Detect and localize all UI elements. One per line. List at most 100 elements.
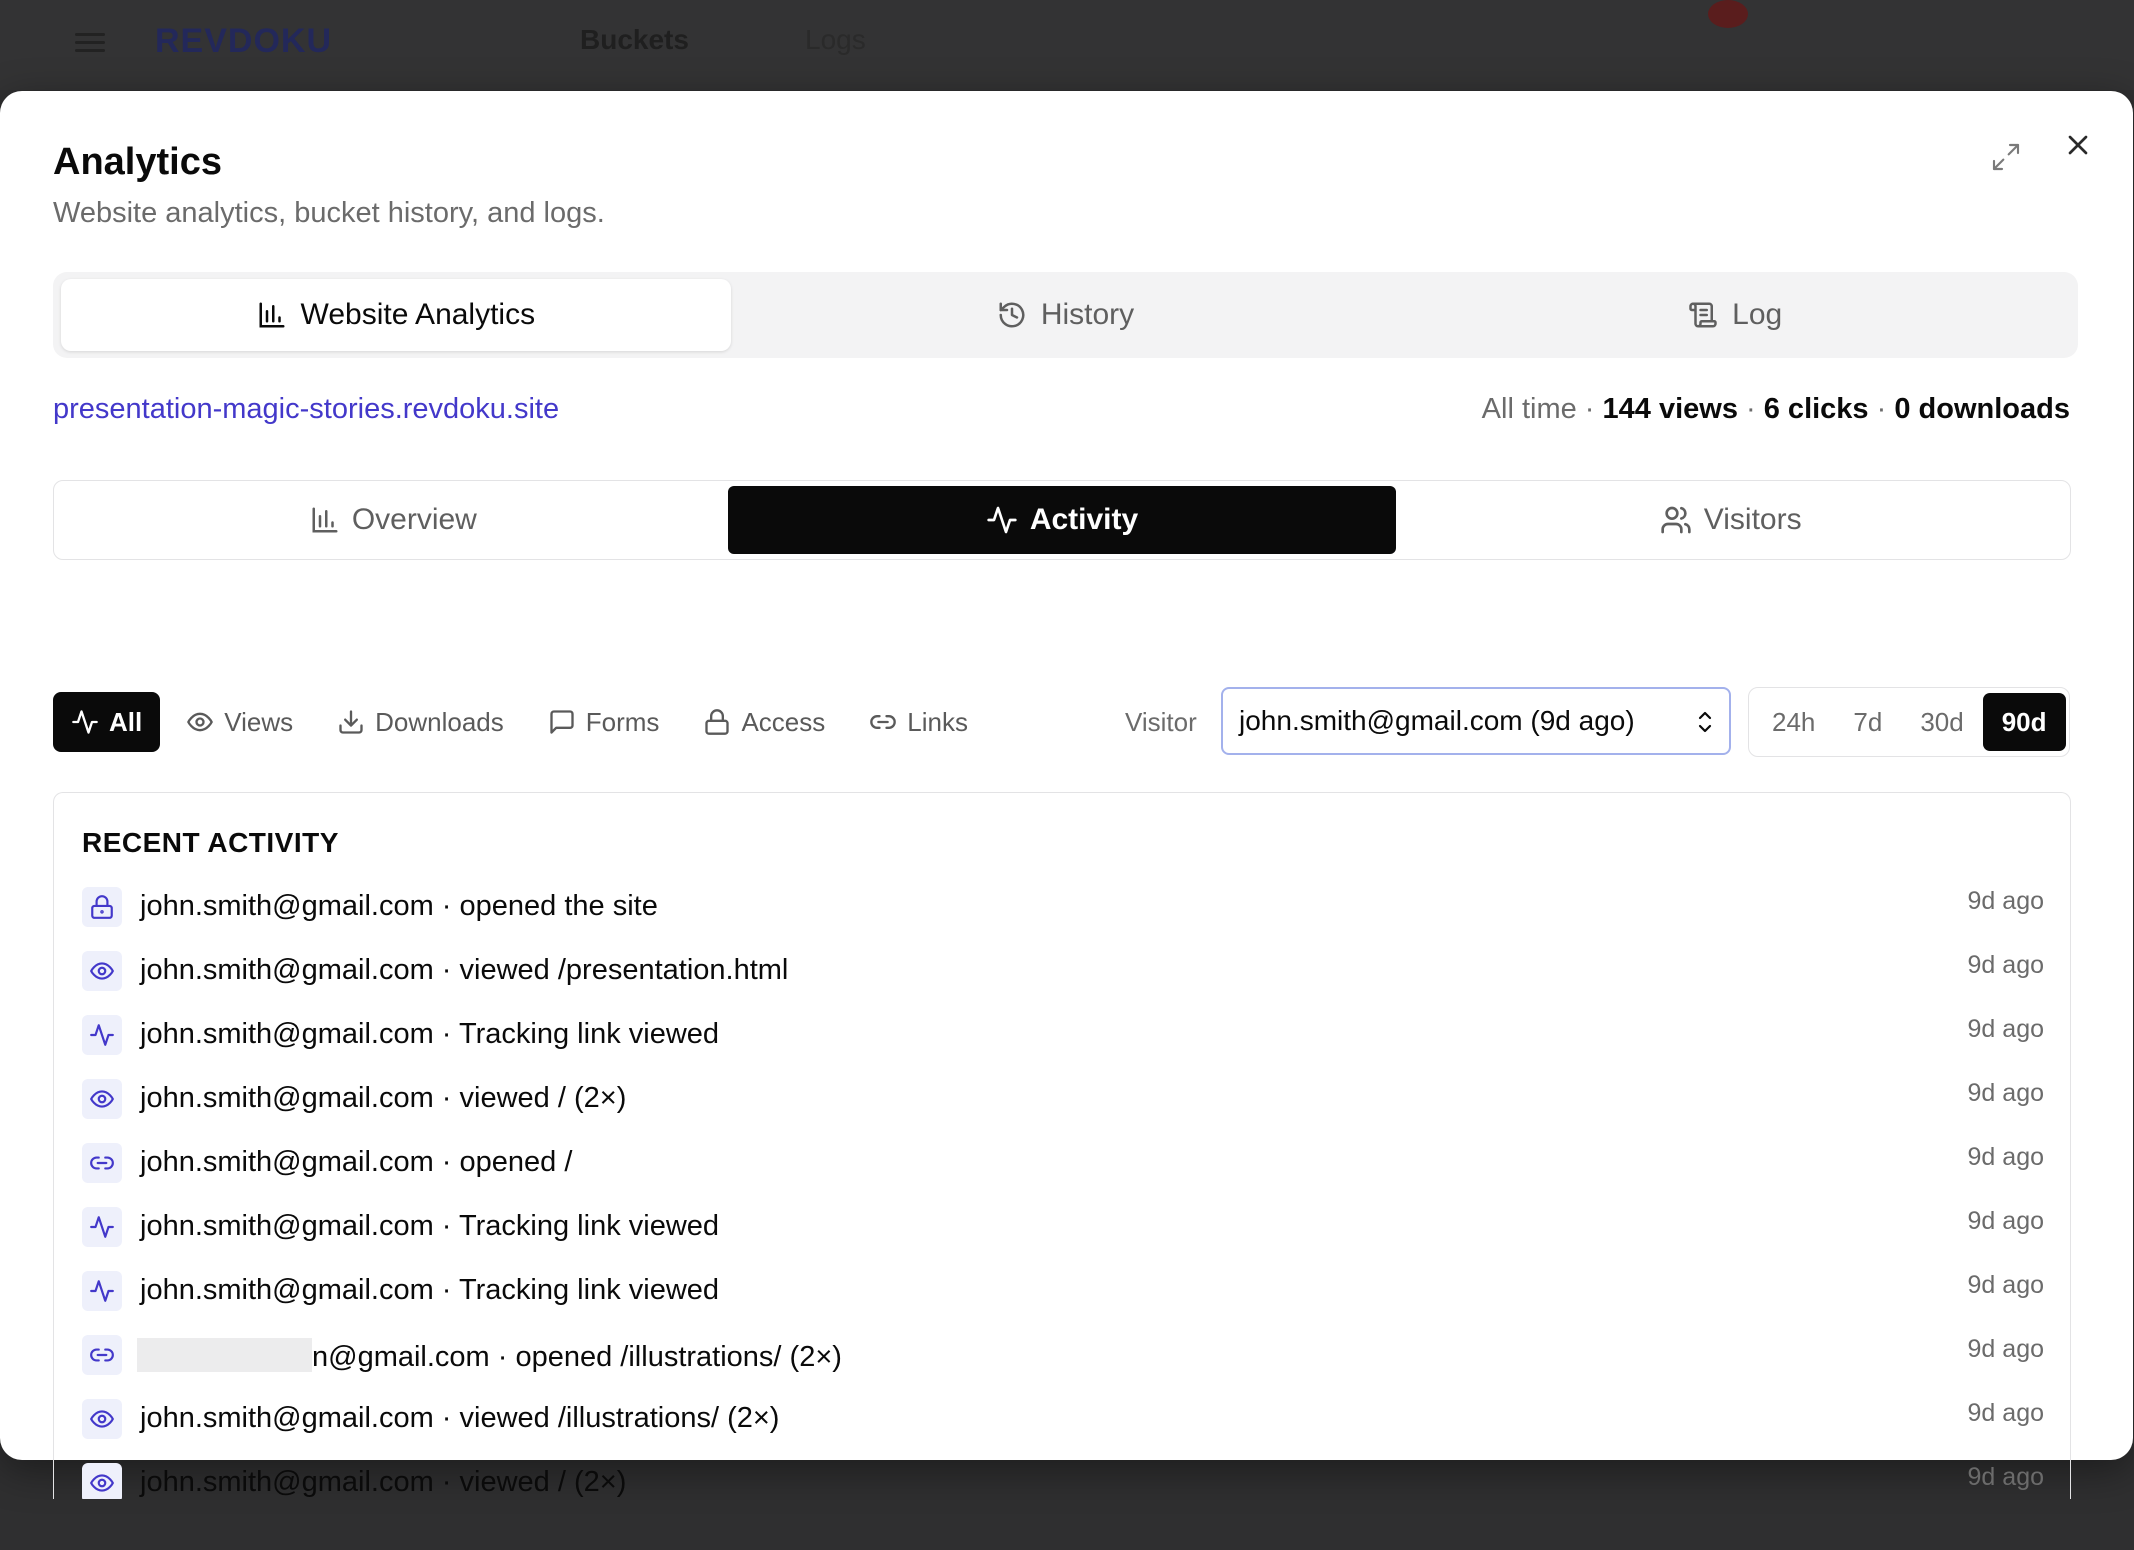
tab-label: Website Analytics xyxy=(300,298,536,331)
filter-label: Forms xyxy=(585,706,660,737)
activity-row: john.smith@gmail.com · Tracking link vie… xyxy=(82,1265,2044,1329)
time-range-selector: 24h 7d 30d 90d xyxy=(1748,687,2070,757)
filter-access[interactable]: Access xyxy=(685,692,843,752)
modal-subtitle: Website analytics, bucket history, and l… xyxy=(53,197,605,229)
activity-time: 9d ago xyxy=(1967,1015,2044,1043)
activity-icon xyxy=(72,710,98,734)
stats-prefix: All time · xyxy=(1481,393,1603,425)
filter-label: All xyxy=(109,706,143,737)
activity-time: 9d ago xyxy=(1967,1207,2044,1235)
main-tabs: Website Analytics History Log xyxy=(53,272,2078,358)
activity-time: 9d ago xyxy=(1967,1271,2044,1299)
activity-row: john.smith@gmail.com · opened / 9d ago xyxy=(82,1137,2044,1201)
activity-text: john.smith@gmail.com · viewed / (2×) xyxy=(140,1466,627,1498)
filter-views[interactable]: Views xyxy=(168,692,311,752)
activity-text: john.smith@gmail.com · viewed / (2×) xyxy=(140,1082,627,1114)
users-icon xyxy=(1661,506,1691,534)
visitor-select[interactable]: john.smith@gmail.com (9d ago) xyxy=(1221,687,1731,755)
activity-text: john.smith@gmail.com · opened / xyxy=(140,1146,573,1178)
recent-activity-title: RECENT ACTIVITY xyxy=(82,827,339,858)
analytics-modal: Analytics Website analytics, bucket hist… xyxy=(0,91,2133,1499)
filter-forms[interactable]: Forms xyxy=(530,692,678,752)
range-90d[interactable]: 90d xyxy=(1982,693,2066,751)
lock-icon xyxy=(91,895,113,919)
activity-icon xyxy=(987,506,1017,534)
menu-icon xyxy=(75,28,105,54)
bar-chart-icon xyxy=(312,507,338,533)
chevron-up-down-icon xyxy=(1698,711,1712,733)
filter-label: Downloads xyxy=(375,706,504,737)
activity-row: john.smith@gmail.com · viewed /presentat… xyxy=(82,945,2044,1009)
activity-text: john.smith@gmail.com · Tracking link vie… xyxy=(140,1018,720,1050)
activity-icon xyxy=(90,1024,114,1046)
lock-icon xyxy=(705,709,730,735)
activity-text: john.smith@gmail.com · opened the site xyxy=(140,890,658,922)
filter-links[interactable]: Links xyxy=(851,692,986,752)
stats-sep: · xyxy=(1868,393,1895,425)
tab-visitors[interactable]: Visitors xyxy=(1396,486,2065,554)
filter-downloads[interactable]: Downloads xyxy=(319,692,522,752)
activity-row: john.smith@gmail.com · Tracking link vie… xyxy=(82,1201,2044,1265)
visitor-selected-value: john.smith@gmail.com (9d ago) xyxy=(1239,705,1635,736)
background-app-bar: REVDOKU Buckets Logs xyxy=(0,0,2134,90)
history-icon xyxy=(999,302,1025,328)
activity-list: john.smith@gmail.com · opened the site 9… xyxy=(82,881,2044,1499)
link-icon xyxy=(90,1348,114,1362)
activity-row: john.smith@gmail.com · opened the site 9… xyxy=(82,881,2044,945)
tab-label: Overview xyxy=(351,503,477,536)
activity-text: john.smith@gmail.com · viewed /illustrat… xyxy=(140,1402,780,1434)
bar-chart-icon xyxy=(259,302,285,328)
site-url-link[interactable]: presentation-magic-stories.revdoku.site xyxy=(53,393,559,426)
notification-badge xyxy=(1708,0,1748,28)
activity-time: 9d ago xyxy=(1967,1143,2044,1171)
tab-label: Visitors xyxy=(1703,503,1802,536)
link-icon xyxy=(870,715,897,729)
eye-icon xyxy=(90,1090,114,1108)
tab-overview[interactable]: Overview xyxy=(59,486,728,554)
activity-time: 9d ago xyxy=(1967,1079,2044,1107)
redacted-block xyxy=(137,1338,312,1372)
tab-label: Log xyxy=(1732,298,1783,331)
tab-history[interactable]: History xyxy=(731,279,1401,351)
activity-text-redacted: n@gmail.com · opened /illustrations/ (2×… xyxy=(137,1338,842,1374)
visitor-label: Visitor xyxy=(1125,707,1197,737)
modal-title: Analytics xyxy=(53,141,222,183)
activity-text: john.smith@gmail.com · Tracking link vie… xyxy=(140,1210,720,1242)
filter-label: Access xyxy=(741,706,826,737)
activity-row: john.smith@gmail.com · Tracking link vie… xyxy=(82,1009,2044,1073)
nav-logs: Logs xyxy=(805,24,866,55)
tab-activity[interactable]: Activity xyxy=(727,486,1397,554)
activity-time: 9d ago xyxy=(1967,887,2044,915)
activity-filters: All Views Downloads Forms Access Links xyxy=(53,692,994,752)
activity-time: 9d ago xyxy=(1967,951,2044,979)
tab-label: History xyxy=(1040,298,1135,331)
recent-activity-panel: RECENT ACTIVITY john.smith@gmail.com · o… xyxy=(53,792,2071,1499)
stats-summary: All time · 144 views · 6 clicks · 0 down… xyxy=(1482,393,2070,426)
analytics-sub-tabs: Overview Activity Visitors xyxy=(53,480,2071,560)
stats-views: 144 views xyxy=(1602,393,1738,425)
eye-icon xyxy=(90,1474,114,1492)
range-24h[interactable]: 24h xyxy=(1753,693,1834,751)
stats-sep: · xyxy=(1737,393,1764,425)
activity-text: john.smith@gmail.com · viewed /presentat… xyxy=(140,954,789,986)
stats-clicks: 6 clicks xyxy=(1763,393,1869,425)
tab-log[interactable]: Log xyxy=(1400,279,2070,351)
filter-all[interactable]: All xyxy=(53,692,161,752)
activity-icon xyxy=(90,1216,114,1238)
range-30d[interactable]: 30d xyxy=(1901,693,1982,751)
activity-text: john.smith@gmail.com · Tracking link vie… xyxy=(140,1274,720,1306)
close-icon[interactable] xyxy=(2062,129,2094,161)
eye-icon xyxy=(187,712,214,732)
tab-label: Activity xyxy=(1029,503,1139,536)
activity-time: 9d ago xyxy=(1967,1335,2044,1363)
activity-icon xyxy=(90,1280,114,1302)
activity-row: n@gmail.com · opened /illustrations/ (2×… xyxy=(82,1329,2044,1393)
activity-time: 9d ago xyxy=(1967,1463,2044,1491)
tab-website-analytics[interactable]: Website Analytics xyxy=(61,279,731,351)
stats-downloads: 0 downloads xyxy=(1894,393,2070,425)
expand-icon[interactable] xyxy=(1990,141,2022,173)
range-7d[interactable]: 7d xyxy=(1834,693,1901,751)
activity-row: john.smith@gmail.com · viewed /illustrat… xyxy=(82,1393,2044,1457)
app-logo: REVDOKU xyxy=(155,22,333,60)
filter-label: Links xyxy=(907,706,968,737)
